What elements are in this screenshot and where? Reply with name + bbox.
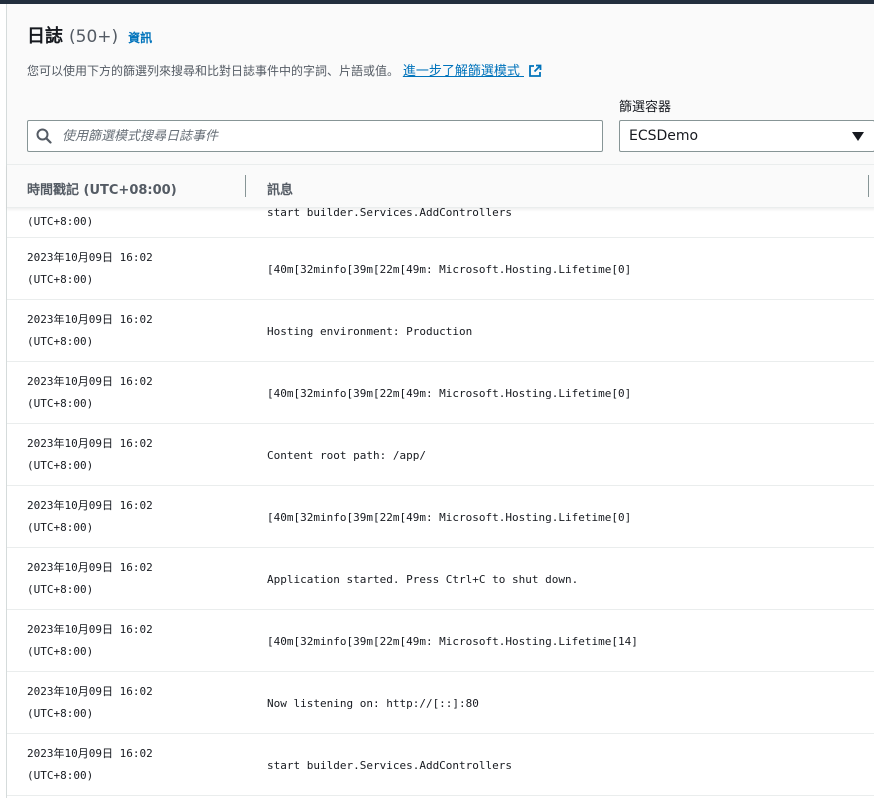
row-timezone: (UTC+8:00) bbox=[27, 583, 94, 596]
table-row[interactable]: 2023年10月09日 16:02 (UTC+8:00) Application s… bbox=[7, 548, 874, 610]
logs-header: 日誌 (50+) 資訊 您可以使用下方的篩選列來搜尋和比對日誌事件中的字詞、片語… bbox=[7, 4, 874, 164]
row-timezone: (UTC+8:00) bbox=[27, 215, 94, 228]
row-timezone: (UTC+8:00) bbox=[27, 707, 94, 720]
row-timezone: (UTC+8:00) bbox=[27, 645, 94, 658]
row-timestamp: 2023年10月09日 16:02 bbox=[27, 747, 153, 760]
row-message: [40m[32minfo[39m[22m[49m: Microsoft.Host… bbox=[267, 511, 632, 524]
row-timestamp: 2023年10月09日 16:02 bbox=[27, 623, 153, 636]
row-message: start builder.Services.AddControllers bbox=[267, 759, 513, 772]
row-timezone: (UTC+8:00) bbox=[27, 459, 94, 472]
column-header-message[interactable]: 訊息 bbox=[267, 179, 293, 198]
table-row[interactable]: 2023年10月09日 16:02 (UTC+8:00) start builder… bbox=[7, 734, 874, 796]
row-timezone: (UTC+8:00) bbox=[27, 335, 94, 348]
row-message: [40m[32minfo[39m[22m[49m: Microsoft.Host… bbox=[267, 635, 638, 648]
table-row[interactable]: (UTC+8:00) start builder.Services.AddCon… bbox=[7, 207, 874, 238]
table-row[interactable]: 2023年10月09日 16:02 (UTC+8:00) [40m[32minfo[… bbox=[7, 610, 874, 672]
caret-down-icon bbox=[852, 131, 864, 141]
search-box[interactable] bbox=[27, 120, 603, 152]
container-select[interactable]: ECSDemo bbox=[619, 120, 874, 152]
row-timezone: (UTC+8:00) bbox=[27, 769, 94, 782]
row-timezone: (UTC+8:00) bbox=[27, 521, 94, 534]
row-timestamp: 2023年10月09日 16:02 bbox=[27, 561, 153, 574]
filter-container-label: 篩選容器 bbox=[619, 100, 672, 115]
column-resizer[interactable] bbox=[245, 175, 246, 197]
row-message: [40m[32minfo[39m[22m[49m: Microsoft.Host… bbox=[267, 263, 632, 276]
log-count: (50+) bbox=[69, 27, 119, 47]
table-row[interactable]: 2023年10月09日 16:02 (UTC+8:00) [40m[32minfo[… bbox=[7, 486, 874, 548]
logs-panel: 日誌 (50+) 資訊 您可以使用下方的篩選列來搜尋和比對日誌事件中的字詞、片語… bbox=[6, 4, 874, 798]
table-row[interactable]: 2023年10月09日 16:02 (UTC+8:00) [40m[32minfo[… bbox=[7, 362, 874, 424]
learn-more-link[interactable]: 進一步了解篩選模式 bbox=[403, 64, 542, 79]
table-row[interactable]: 2023年10月09日 16:02 (UTC+8:00) [40m[32minfo[… bbox=[7, 238, 874, 300]
container-select-value: ECSDemo bbox=[629, 128, 699, 144]
description: 您可以使用下方的篩選列來搜尋和比對日誌事件中的字詞、片語或值。 進一步了解篩選模… bbox=[27, 60, 542, 79]
search-input[interactable] bbox=[60, 127, 584, 145]
external-link-icon bbox=[529, 64, 542, 77]
row-timestamp: 2023年10月09日 16:02 bbox=[27, 685, 153, 698]
row-message: Hosting environment: Production bbox=[267, 325, 473, 338]
page-title: 日誌 bbox=[27, 26, 63, 47]
row-timestamp: 2023年10月09日 16:02 bbox=[27, 313, 153, 326]
title-row: 日誌 (50+) 資訊 bbox=[27, 22, 152, 48]
row-message: Now listening on: http://[::]:80 bbox=[267, 697, 479, 710]
row-timestamp: 2023年10月09日 16:02 bbox=[27, 251, 153, 264]
row-timezone: (UTC+8:00) bbox=[27, 273, 94, 286]
table-row[interactable]: 2023年10月09日 16:02 (UTC+8:00) Hosting envir… bbox=[7, 300, 874, 362]
row-timezone: (UTC+8:00) bbox=[27, 397, 94, 410]
row-message: [40m[32minfo[39m[22m[49m: Microsoft.Host… bbox=[267, 387, 632, 400]
info-link[interactable]: 資訊 bbox=[128, 29, 152, 46]
row-message: Application started. Press Ctrl+C to shu… bbox=[267, 573, 579, 586]
log-rows: (UTC+8:00) start builder.Services.AddCon… bbox=[7, 207, 874, 798]
table-row[interactable]: 2023年10月09日 16:02 (UTC+8:00) Content root … bbox=[7, 424, 874, 486]
column-header-timestamp[interactable]: 時間戳記 (UTC+08:00) bbox=[27, 179, 177, 198]
table-row[interactable]: 2023年10月09日 16:02 (UTC+8:00) Now listening… bbox=[7, 672, 874, 734]
row-timestamp: 2023年10月09日 16:02 bbox=[27, 437, 153, 450]
search-icon bbox=[36, 128, 52, 144]
row-message: Content root path: /app/ bbox=[267, 449, 426, 462]
column-resizer[interactable] bbox=[868, 175, 869, 197]
row-timestamp: 2023年10月09日 16:02 bbox=[27, 375, 153, 388]
row-message: start builder.Services.AddControllers bbox=[267, 207, 513, 219]
row-timestamp: 2023年10月09日 16:02 bbox=[27, 499, 153, 512]
description-text: 您可以使用下方的篩選列來搜尋和比對日誌事件中的字詞、片語或值。 bbox=[27, 64, 400, 78]
table-header: 時間戳記 (UTC+08:00) 訊息 bbox=[7, 164, 874, 208]
learn-more-label: 進一步了解篩選模式 bbox=[402, 64, 520, 79]
